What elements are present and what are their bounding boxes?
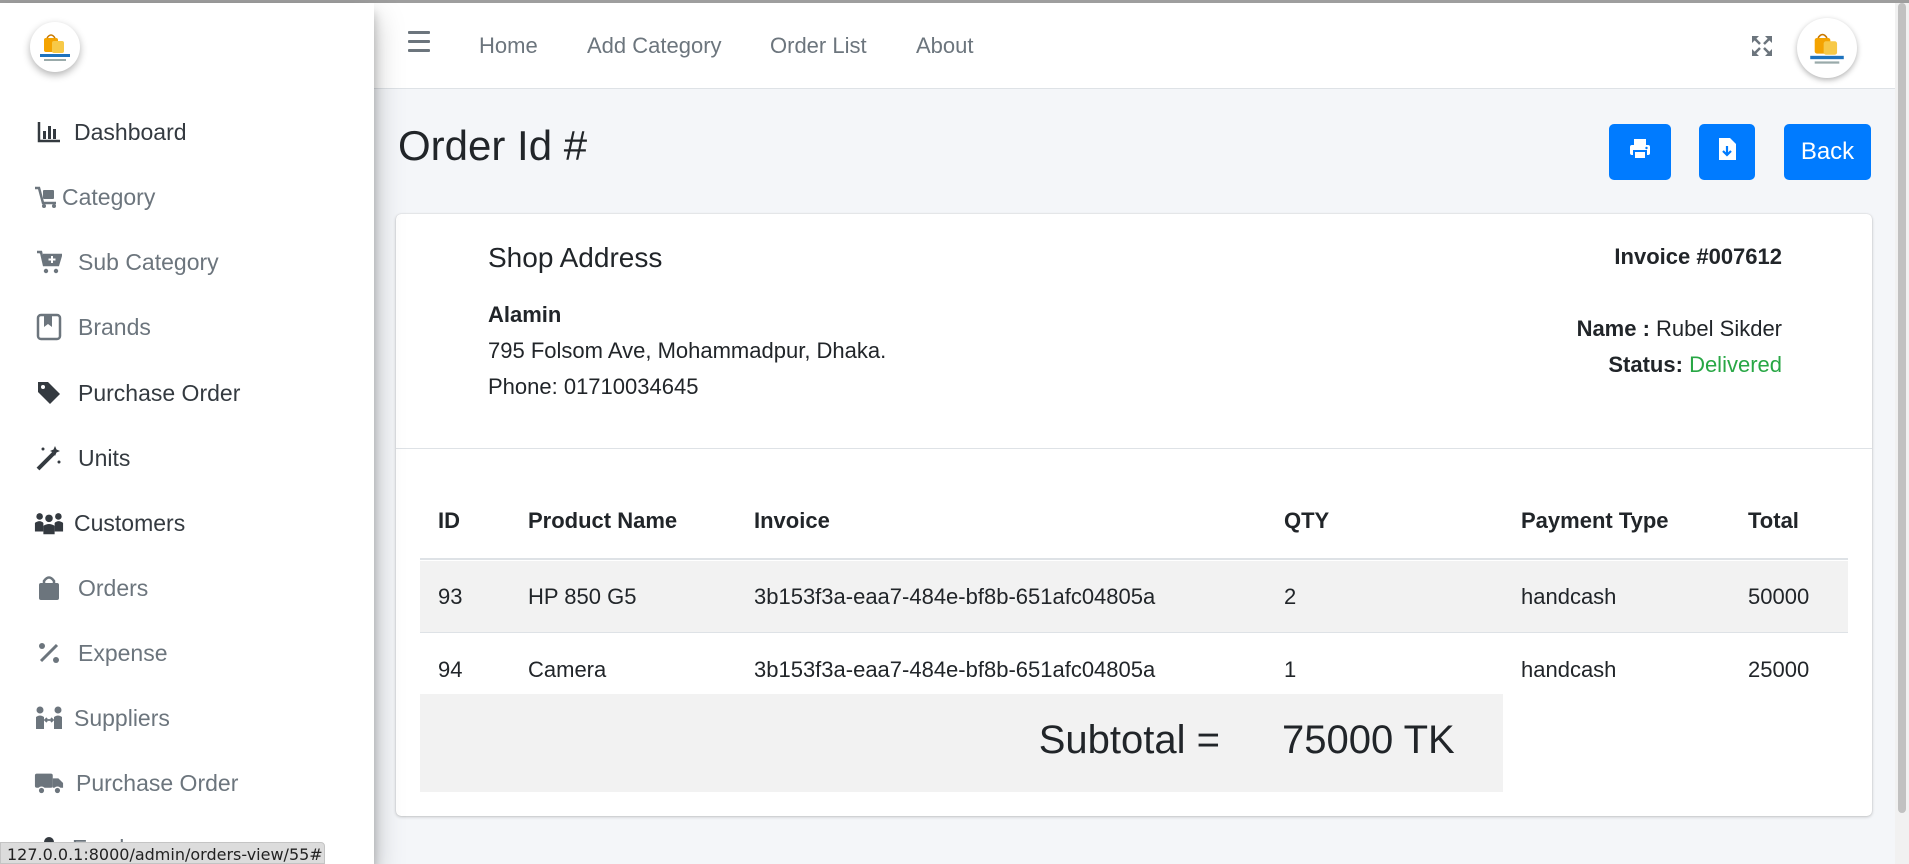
shop-phone: Phone: 01710034645 (488, 374, 699, 399)
sidebar-item-dashboard[interactable]: Dashboard (34, 112, 187, 152)
sidebar-item-expense[interactable]: Expense (34, 633, 168, 673)
name-label: Name : (1576, 316, 1650, 341)
expand-icon[interactable] (1750, 34, 1774, 58)
cart-flatbed-icon (34, 182, 58, 212)
subtotal-row: Subtotal = 75000 TK (420, 694, 1503, 792)
cell-payment-type: handcash (1521, 583, 1617, 609)
col-header-product-name: Product Name (528, 508, 678, 533)
name-value: Rubel Sikder (1656, 316, 1782, 341)
cell-total: 25000 (1748, 657, 1810, 682)
col-header-payment-type: Payment Type (1521, 508, 1669, 533)
shop-bag-logo-icon[interactable] (30, 22, 80, 72)
shop-name: Alamin (488, 302, 562, 327)
cell-invoice: 3b153f3a-eaa7-484e-bf8b-651afc04805a (754, 583, 1156, 609)
col-header-total: Total (1748, 508, 1799, 533)
sidebar-item-label: Expense (78, 639, 168, 666)
people-arrows-icon (34, 703, 64, 733)
sidebar-item-orders[interactable]: Orders (34, 568, 148, 608)
cell-payment-type: handcash (1521, 657, 1617, 682)
sidebar-item-label: Brands (78, 313, 151, 340)
sidebar-item-label: Sub Category (78, 248, 219, 275)
percent-icon (34, 638, 64, 668)
cell-product-name: HP 850 G5 (528, 583, 637, 609)
sidebar-item-label: Purchase Order (78, 379, 241, 406)
book-bookmark-icon (34, 312, 64, 342)
sidebar-item-label: Purchase Order (76, 769, 239, 796)
sidebar-item-purchase-order-2[interactable]: Purchase Order (34, 763, 238, 803)
col-header-invoice: Invoice (754, 508, 830, 533)
sidebar-item-category[interactable]: Category (34, 177, 155, 217)
shop-address: 795 Folsom Ave, Mohammadpur, Dhaka. (488, 338, 887, 363)
col-header-qty: QTY (1284, 508, 1330, 533)
table-header-row: ID Product Name Invoice QTY Payment Type… (420, 484, 1848, 560)
status-label: Status: (1608, 352, 1683, 377)
page-title: Order Id # (398, 122, 588, 169)
cart-plus-icon (34, 247, 64, 277)
subtotal-label: Subtotal = (1038, 718, 1220, 762)
truck-icon (34, 768, 64, 798)
chart-bar-icon (34, 117, 64, 147)
invoice-card: Shop Address Alamin 795 Folsom Ave, Moha… (396, 214, 1872, 816)
sidebar-item-label: Suppliers (74, 704, 170, 731)
sidebar-item-customers[interactable]: Customers (34, 503, 185, 543)
sidebar-item-suppliers[interactable]: Suppliers (34, 698, 170, 738)
file-download-icon (1717, 137, 1737, 168)
nav-link-about[interactable]: About (916, 33, 974, 59)
download-button[interactable] (1699, 124, 1755, 180)
sidebar-item-label: Dashboard (74, 118, 187, 145)
sidebar-item-brands[interactable]: Brands (34, 307, 151, 347)
sidebar-item-label: Customers (74, 509, 186, 536)
table-row: 93 HP 850 G5 3b153f3a-eaa7-484e-bf8b-651… (420, 561, 1848, 633)
sidebar-item-sub-category[interactable]: Sub Category (34, 242, 219, 282)
user-avatar[interactable] (1797, 18, 1857, 78)
sidebar-item-purchase-order[interactable]: Purchase Order (34, 373, 240, 413)
browser-status-url: 127.0.0.1:8000/admin/orders-view/55# (0, 842, 325, 864)
nav-link-home[interactable]: Home (479, 33, 538, 59)
card-divider (396, 448, 1872, 449)
tag-icon (34, 378, 64, 408)
col-header-id: ID (438, 508, 460, 533)
top-navbar: Home Add Category Order List About (374, 3, 1895, 89)
cell-total: 50000 (1748, 583, 1810, 609)
sidebar-item-label: Category (62, 183, 156, 210)
nav-link-add-category[interactable]: Add Category (587, 33, 722, 59)
print-icon (1628, 137, 1652, 168)
customer-name: Name : Rubel Sikder (1577, 316, 1782, 342)
invoice-number: Invoice #007612 (1614, 244, 1782, 269)
hamburger-icon[interactable] (408, 31, 430, 52)
shopping-bag-icon (34, 573, 64, 603)
page-scrollbar[interactable] (1895, 3, 1909, 864)
sidebar-item-units[interactable]: Units (34, 438, 130, 478)
print-button[interactable] (1609, 124, 1671, 180)
cell-id: 93 (438, 583, 463, 609)
status-badge: Delivered (1689, 352, 1782, 377)
cell-qty: 2 (1284, 583, 1297, 609)
magic-wand-icon (34, 443, 64, 473)
sidebar: Dashboard Category Sub Category Brands P… (0, 3, 374, 864)
order-status: Status: Delivered (1608, 352, 1782, 378)
nav-link-order-list[interactable]: Order List (770, 33, 867, 59)
shop-address-heading: Shop Address (488, 242, 663, 273)
people-group-icon (34, 508, 64, 538)
subtotal-value: 75000 TK (1282, 718, 1455, 762)
sidebar-item-label: Units (78, 444, 131, 471)
sidebar-item-label: Orders (78, 574, 149, 601)
back-button[interactable]: Back (1784, 124, 1871, 180)
